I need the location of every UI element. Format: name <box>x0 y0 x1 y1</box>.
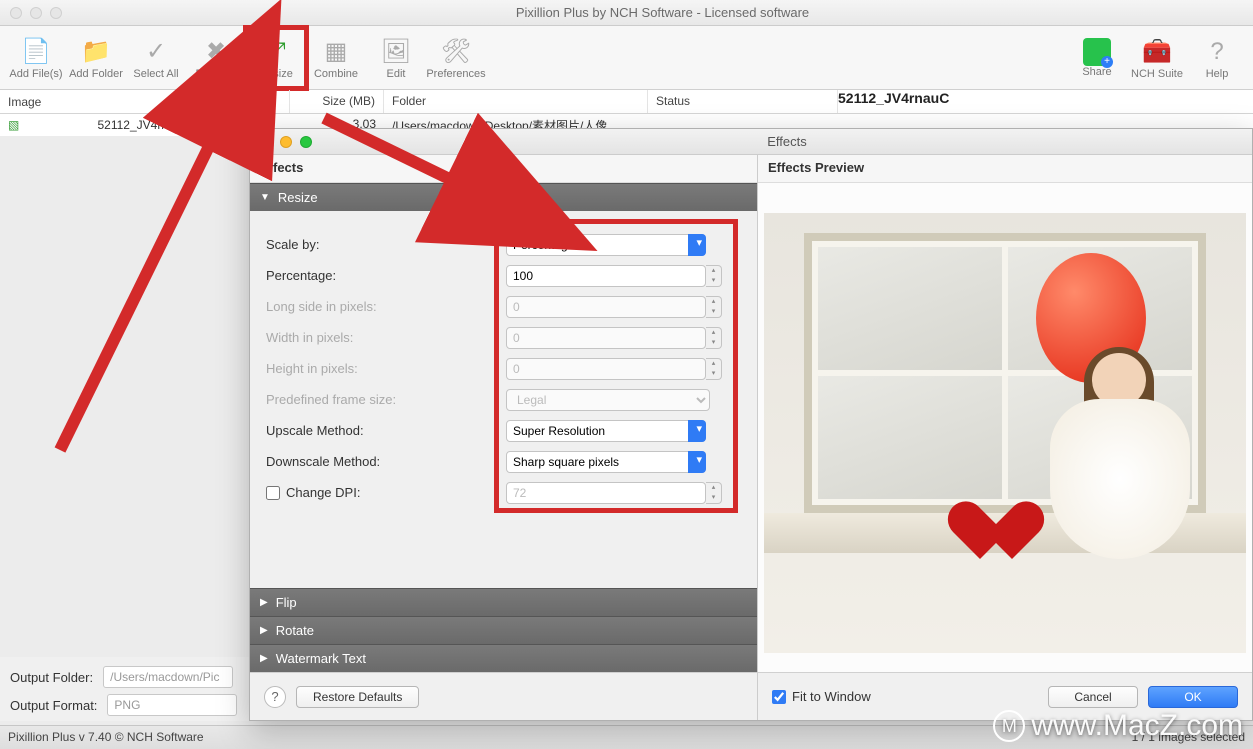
edit-button[interactable]: 🖼Edit <box>366 28 426 88</box>
scale-by-select[interactable]: Percentage <box>506 234 706 256</box>
minimize-icon[interactable] <box>30 7 42 19</box>
column-size[interactable]: Size (MB) <box>290 90 384 113</box>
ok-button[interactable]: OK <box>1148 686 1238 708</box>
toolbox-icon: 🧰 <box>1141 36 1173 68</box>
main-toolbar: 📄Add File(s) 📁Add Folder ✓Select All ✖Re… <box>0 26 1253 90</box>
downscale-select[interactable]: Sharp square pixels <box>506 451 706 473</box>
share-icon <box>1083 38 1111 66</box>
select-all-button[interactable]: ✓Select All <box>126 28 186 88</box>
column-folder[interactable]: Folder <box>384 90 648 113</box>
check-icon: ✓ <box>140 36 172 68</box>
width-label: Width in pixels: <box>266 330 506 345</box>
fit-to-window-checkbox[interactable]: Fit to Window <box>772 689 871 704</box>
combine-icon: ▦ <box>320 36 352 68</box>
height-stepper: ▴▾ <box>706 358 722 380</box>
section-resize[interactable]: ▼Resize <box>250 183 757 211</box>
predefined-select: Legal <box>506 389 710 411</box>
main-titlebar: Pixillion Plus by NCH Software - License… <box>0 0 1253 26</box>
effects-preview-header: Effects Preview <box>758 155 1252 183</box>
restore-defaults-button[interactable]: Restore Defaults <box>296 686 419 708</box>
dpi-stepper: ▴▾ <box>706 482 722 504</box>
change-dpi-checkbox[interactable]: Change DPI: <box>266 485 506 500</box>
long-side-label: Long side in pixels: <box>266 299 506 314</box>
width-stepper: ▴▾ <box>706 327 722 349</box>
help-icon: ? <box>1201 36 1233 68</box>
predefined-label: Predefined frame size: <box>266 392 506 407</box>
scale-by-label: Scale by: <box>266 237 506 252</box>
maximize-icon[interactable] <box>50 7 62 19</box>
combine-button[interactable]: ▦Combine <box>306 28 366 88</box>
height-label: Height in pixels: <box>266 361 506 376</box>
watermark: Mwww.MacZ.com <box>993 709 1243 743</box>
resize-form: Scale by: Percentage Percentage: ▴▾ Long… <box>250 211 757 588</box>
chevron-right-icon: ▶ <box>260 653 268 664</box>
chevron-right-icon: ▶ <box>260 625 268 636</box>
folder-plus-icon: 📁 <box>80 36 112 68</box>
percentage-input[interactable] <box>506 265 706 287</box>
effects-dialog: Effects Effects ▼Resize Scale by: Percen… <box>249 128 1253 721</box>
file-list-header: Image⌃ Format Size (MB) Folder Status <box>0 90 1253 114</box>
chevron-down-icon: ▼ <box>260 192 270 203</box>
output-folder-label: Output Folder: <box>10 670 93 685</box>
upscale-select[interactable]: Super Resolution <box>506 420 706 442</box>
image-file-icon: ▧ <box>8 118 19 132</box>
section-flip[interactable]: ▶Flip <box>250 588 757 616</box>
column-status[interactable]: Status <box>648 90 838 113</box>
x-icon: ✖ <box>200 36 232 68</box>
edit-icon: 🖼 <box>380 36 412 68</box>
close-icon[interactable] <box>10 7 22 19</box>
percentage-label: Percentage: <box>266 268 506 283</box>
add-files-button[interactable]: 📄Add File(s) <box>6 28 66 88</box>
file-name: 52112_JV4rnauC <box>97 118 190 132</box>
maximize-icon[interactable] <box>300 136 312 148</box>
sort-asc-icon: ⌃ <box>179 95 189 109</box>
output-format-field[interactable] <box>107 694 237 716</box>
long-side-input <box>506 296 706 318</box>
preferences-button[interactable]: 🛠Preferences <box>426 28 486 88</box>
section-watermark[interactable]: ▶Watermark Text <box>250 644 757 672</box>
effects-panel-header: Effects <box>250 155 757 183</box>
long-side-stepper: ▴▾ <box>706 296 722 318</box>
status-left: Pixillion Plus v 7.40 © NCH Software <box>8 730 204 745</box>
height-input <box>506 358 706 380</box>
column-format[interactable]: Format <box>198 90 290 113</box>
minimize-icon[interactable] <box>280 136 292 148</box>
percentage-stepper[interactable]: ▴▾ <box>706 265 722 287</box>
help-button[interactable]: ? <box>264 686 286 708</box>
preview-image <box>764 213 1246 653</box>
effects-window-title: Effects <box>322 134 1252 149</box>
resize-icon: ⤢ <box>260 36 292 68</box>
output-folder-field[interactable] <box>103 666 233 688</box>
section-rotate[interactable]: ▶Rotate <box>250 616 757 644</box>
cancel-button[interactable]: Cancel <box>1048 686 1138 708</box>
downscale-label: Downscale Method: <box>266 454 506 469</box>
file-plus-icon: 📄 <box>20 36 52 68</box>
upscale-label: Upscale Method: <box>266 423 506 438</box>
help-button[interactable]: ?Help <box>1187 28 1247 88</box>
share-button[interactable]: Share <box>1067 28 1127 88</box>
width-input <box>506 327 706 349</box>
output-format-label: Output Format: <box>10 698 97 713</box>
nch-suite-button[interactable]: 🧰NCH Suite <box>1127 28 1187 88</box>
chevron-right-icon: ▶ <box>260 597 268 608</box>
resize-button[interactable]: ⤢Resize <box>246 28 306 88</box>
remove-button[interactable]: ✖Remove <box>186 28 246 88</box>
close-icon[interactable] <box>260 136 272 148</box>
preview-file-title: 52112_JV4rnauC <box>838 90 949 106</box>
add-folder-button[interactable]: 📁Add Folder <box>66 28 126 88</box>
window-title: Pixillion Plus by NCH Software - License… <box>72 5 1253 20</box>
column-image[interactable]: Image⌃ <box>0 90 198 113</box>
preview-pane <box>758 183 1252 672</box>
dpi-input <box>506 482 706 504</box>
effects-titlebar: Effects <box>250 129 1252 155</box>
gear-icon: 🛠 <box>440 36 472 68</box>
